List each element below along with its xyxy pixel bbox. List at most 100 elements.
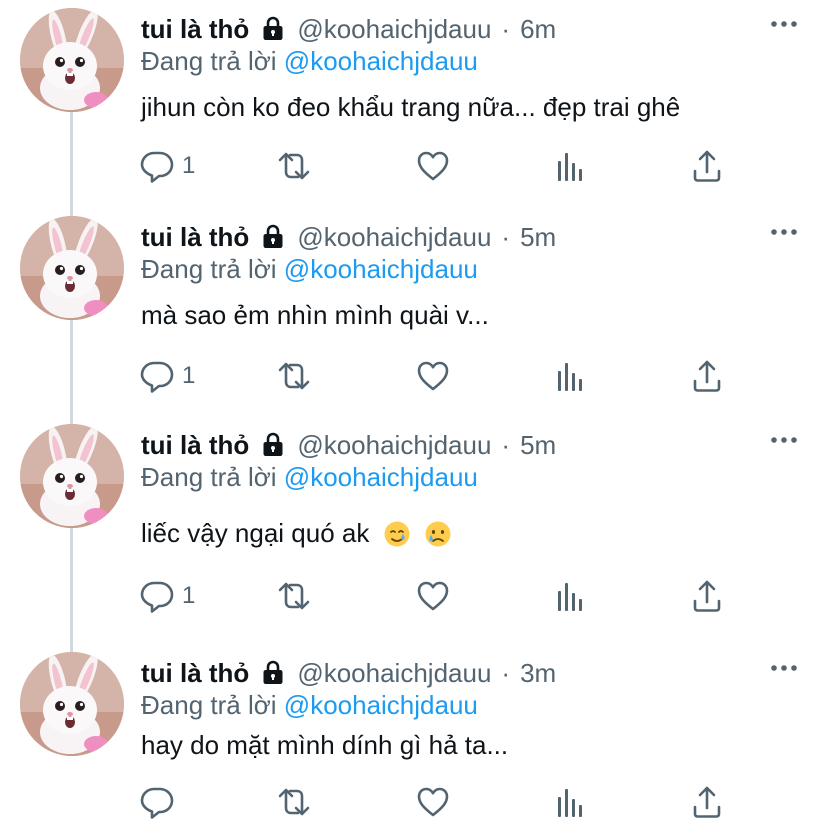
replying-to-handle-link[interactable]: @koohaichjdauu [284, 690, 478, 720]
share-icon [692, 579, 722, 613]
replying-to-line: Đang trả lời @koohaichjdauu [141, 690, 478, 721]
user-handle[interactable]: @koohaichjdauu [297, 14, 491, 45]
user-handle[interactable]: @koohaichjdauu [297, 222, 491, 253]
separator-dot: · [501, 657, 511, 688]
replying-to-label: Đang trả lời [141, 690, 277, 720]
heart-icon [416, 786, 450, 818]
timestamp[interactable]: 5m [520, 222, 556, 253]
display-name[interactable]: tui là thỏ [141, 430, 249, 461]
share-button[interactable] [692, 578, 722, 614]
avatar-image [20, 652, 124, 756]
user-handle[interactable]: @koohaichjdauu [297, 430, 491, 461]
replying-to-label: Đang trả lời [141, 462, 277, 492]
retweet-button[interactable] [276, 358, 312, 394]
tweet-text-content: jihun còn ko đeo khẩu trang nữa... đẹp t… [141, 92, 681, 122]
retweet-button[interactable] [276, 148, 312, 184]
reply-count: 1 [182, 362, 196, 389]
avatar-image [20, 216, 124, 320]
analytics-button[interactable] [556, 784, 586, 820]
tweet-header: tui là thỏ @koohaichjdauu · 3m [141, 656, 556, 690]
tweet[interactable]: tui là thỏ @koohaichjdauu · 5m Đang trả … [0, 416, 828, 644]
like-button[interactable] [416, 784, 450, 820]
tweet-text-content: mà sao ẻm nhìn mình quài v... [141, 300, 489, 330]
tweet-header: tui là thỏ @koohaichjdauu · 5m [141, 428, 556, 462]
tweet[interactable]: tui là thỏ @koohaichjdauu · 5m Đang trả … [0, 208, 828, 416]
smiling-face-with-tear-emoji [383, 520, 411, 548]
more-horizontal-icon[interactable] [770, 664, 798, 672]
share-icon [692, 359, 722, 393]
retweet-icon [276, 579, 312, 613]
tweet-text: liếc vậy ngại quó ak [141, 518, 452, 549]
lock-icon [261, 432, 285, 458]
replying-to-handle-link[interactable]: @koohaichjdauu [284, 254, 478, 284]
more-horizontal-icon[interactable] [770, 20, 798, 28]
heart-icon [416, 150, 450, 182]
replying-to-label: Đang trả lời [141, 46, 277, 76]
more-horizontal-icon[interactable] [770, 436, 798, 444]
reply-icon [140, 149, 174, 183]
avatar[interactable] [20, 8, 124, 112]
tweet-actions: 1 [0, 358, 828, 394]
tweet-actions [0, 784, 828, 820]
replying-to-label: Đang trả lời [141, 254, 277, 284]
retweet-button[interactable] [276, 578, 312, 614]
share-icon [692, 785, 722, 819]
timestamp[interactable]: 3m [520, 658, 556, 689]
replying-to-line: Đang trả lời @koohaichjdauu [141, 462, 478, 493]
analytics-button[interactable] [556, 578, 586, 614]
retweet-icon [276, 359, 312, 393]
heart-icon [416, 580, 450, 612]
tweet-header: tui là thỏ @koohaichjdauu · 6m [141, 12, 556, 46]
more-horizontal-icon[interactable] [770, 228, 798, 236]
display-name[interactable]: tui là thỏ [141, 14, 249, 45]
tweet-text: jihun còn ko đeo khẩu trang nữa... đẹp t… [141, 92, 680, 123]
tweet-text: hay do mặt mình dính gì hả ta... [141, 730, 508, 761]
like-button[interactable] [416, 358, 450, 394]
reply-count: 1 [182, 582, 196, 609]
conversation-thread: tui là thỏ @koohaichjdauu · 6m Đang trả … [0, 0, 828, 830]
reply-icon [140, 359, 174, 393]
tweet[interactable]: tui là thỏ @koohaichjdauu · 6m Đang trả … [0, 0, 828, 208]
analytics-icon [556, 579, 586, 613]
tweet-text-content: hay do mặt mình dính gì hả ta... [141, 730, 509, 760]
avatar[interactable] [20, 652, 124, 756]
share-button[interactable] [692, 784, 722, 820]
retweet-icon [276, 785, 312, 819]
reply-button[interactable]: 1 [140, 148, 195, 184]
retweet-icon [276, 149, 312, 183]
replying-to-line: Đang trả lời @koohaichjdauu [141, 46, 478, 77]
separator-dot: · [501, 429, 511, 460]
retweet-button[interactable] [276, 784, 312, 820]
share-button[interactable] [692, 148, 722, 184]
separator-dot: · [501, 221, 511, 252]
display-name[interactable]: tui là thỏ [141, 658, 249, 689]
reply-icon [140, 785, 174, 819]
timestamp[interactable]: 6m [520, 14, 556, 45]
share-button[interactable] [692, 358, 722, 394]
reply-count: 1 [182, 152, 196, 179]
reply-button[interactable]: 1 [140, 578, 195, 614]
replying-to-handle-link[interactable]: @koohaichjdauu [284, 46, 478, 76]
thread-connector-line [70, 644, 73, 652]
analytics-icon [556, 359, 586, 393]
display-name[interactable]: tui là thỏ [141, 222, 249, 253]
analytics-icon [556, 149, 586, 183]
avatar[interactable] [20, 216, 124, 320]
like-button[interactable] [416, 578, 450, 614]
thread-connector-line [70, 416, 73, 424]
like-button[interactable] [416, 148, 450, 184]
lock-icon [261, 16, 285, 42]
user-handle[interactable]: @koohaichjdauu [297, 658, 491, 689]
analytics-button[interactable] [556, 358, 586, 394]
avatar[interactable] [20, 424, 124, 528]
reply-button[interactable] [140, 784, 182, 820]
analytics-button[interactable] [556, 148, 586, 184]
tweet[interactable]: tui là thỏ @koohaichjdauu · 3m Đang trả … [0, 644, 828, 830]
crying-face-emoji [424, 520, 452, 548]
tweet-text: mà sao ẻm nhìn mình quài v... [141, 300, 489, 331]
replying-to-handle-link[interactable]: @koohaichjdauu [284, 462, 478, 492]
timestamp[interactable]: 5m [520, 430, 556, 461]
heart-icon [416, 360, 450, 392]
reply-button[interactable]: 1 [140, 358, 195, 394]
avatar-image [20, 424, 124, 528]
